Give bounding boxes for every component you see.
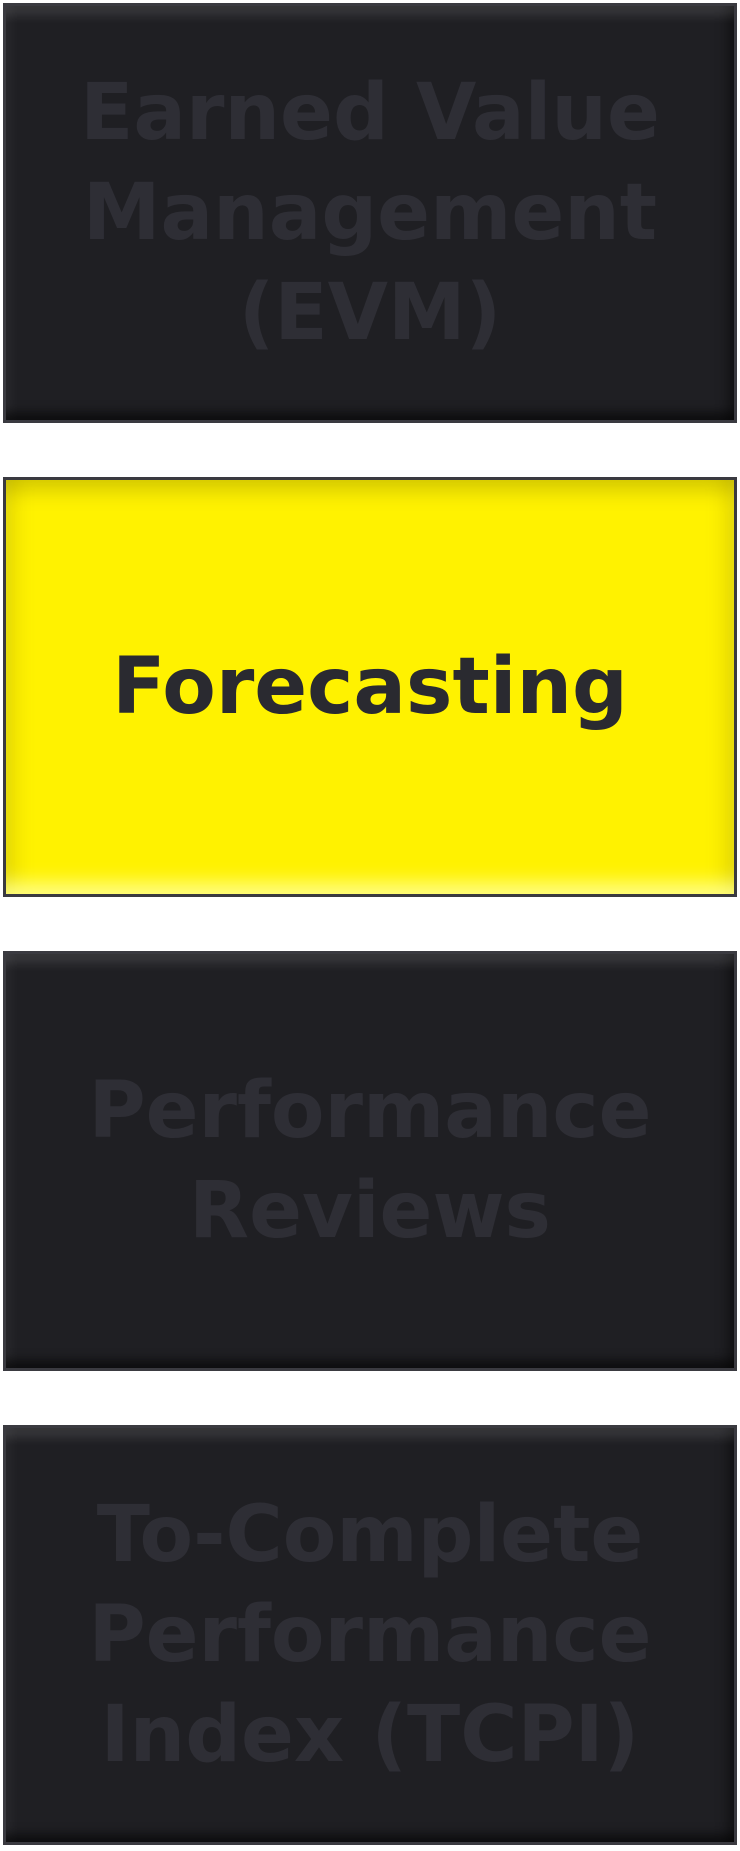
tile-label: Earned Value Management (EVM) [80,68,660,358]
tile-label: Forecasting [112,642,628,732]
tile-to-complete-performance-index[interactable]: To-Complete Performance Index (TCPI) [3,1425,737,1845]
tile-label: Performance Reviews [88,1066,652,1256]
tile-label: To-Complete Performance Index (TCPI) [88,1490,652,1780]
tile-performance-reviews[interactable]: Performance Reviews [3,951,737,1371]
tile-forecasting[interactable]: Forecasting [3,477,737,897]
tile-earned-value-management[interactable]: Earned Value Management (EVM) [3,3,737,423]
